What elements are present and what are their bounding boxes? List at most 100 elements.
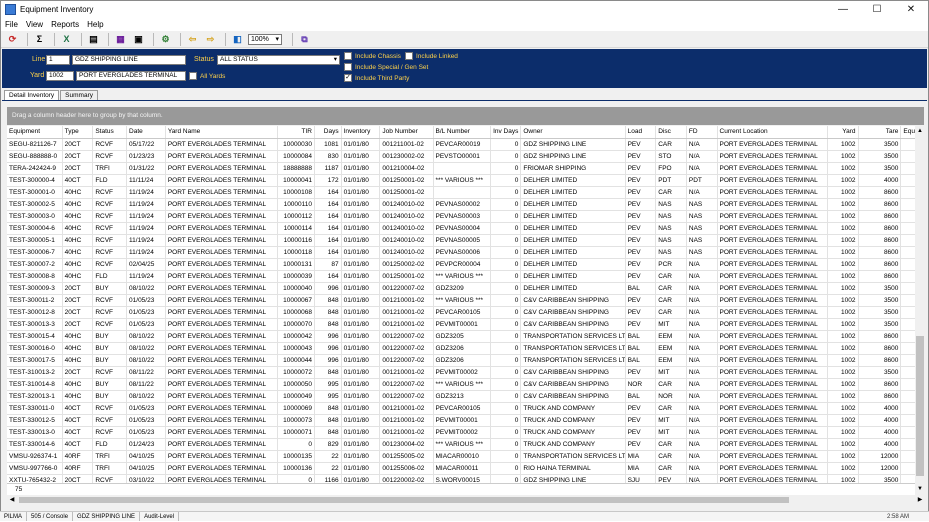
scroll-left-icon[interactable]: ◀ bbox=[7, 495, 17, 505]
table-row[interactable]: TEST-320013-1 40HC BUY 08/10/22 PORT EVERGLA… bbox=[7, 390, 915, 403]
menu-reports[interactable]: Reports bbox=[51, 20, 79, 29]
close-button[interactable]: ✕ bbox=[894, 1, 928, 18]
column-header[interactable]: Days bbox=[314, 126, 342, 139]
table-row[interactable]: TEST-300006-7 40HC RCVF 11/19/24 PORT EVERGL… bbox=[7, 246, 915, 259]
column-header[interactable]: Inventory bbox=[341, 126, 381, 139]
line-code-input[interactable]: 1 bbox=[46, 55, 70, 65]
include-chassis-checkbox[interactable]: Include Chassis bbox=[344, 52, 401, 60]
table-row[interactable]: TEST-300007-2 40HC RCVF 02/04/25 PORT EVERGL… bbox=[7, 258, 915, 271]
table-row[interactable]: TEST-300012-8 20CT RCVF 01/05/23 PORT EVERGL… bbox=[7, 306, 915, 319]
horizontal-scrollbar[interactable]: ◀ ▶ bbox=[7, 495, 925, 505]
column-header[interactable]: B/L Number bbox=[433, 126, 491, 139]
table-row[interactable]: TEST-300002-5 40HC RCVF 11/19/24 PORT EVERGL… bbox=[7, 198, 915, 211]
table-row[interactable]: VMSU-926374-1 40RF TRFI 04/10/25 PORT EVERGL… bbox=[7, 450, 915, 463]
column-header[interactable]: Owner bbox=[520, 126, 626, 139]
table-cell: 001210001-02 bbox=[379, 426, 434, 439]
binoculars-icon[interactable]: ⧉ bbox=[297, 32, 312, 46]
table-row[interactable]: TEST-300015-4 40HC BUY 08/10/22 PORT EVERGLA… bbox=[7, 330, 915, 343]
column-header[interactable]: Current Location bbox=[717, 126, 828, 139]
include-special-checkbox[interactable]: Include Special / Gen Set bbox=[344, 63, 428, 71]
columns-icon[interactable]: ▦ bbox=[113, 32, 128, 46]
table-cell: 0 bbox=[490, 294, 522, 307]
column-header[interactable]: Equipm bbox=[900, 126, 915, 139]
table-row[interactable]: TEST-300013-3 20CT RCVF 01/05/23 PORT EVERGL… bbox=[7, 318, 915, 331]
table-row[interactable]: TEST-300005-1 40HC RCVF 11/19/24 PORT EVERGL… bbox=[7, 234, 915, 247]
table-row[interactable]: TERA-242424-9 20CT TRFI 01/31/22 PORT EVERGL… bbox=[7, 162, 915, 175]
sum-icon[interactable]: Σ bbox=[32, 32, 47, 46]
yard-name-input[interactable]: PORT EVERGLADES TERMINAL bbox=[76, 71, 186, 81]
table-row[interactable]: SEGU-888888-0 20CT RCVF 01/23/23 PORT EVERGL… bbox=[7, 150, 915, 163]
truck-right-icon[interactable]: ⇨ bbox=[203, 32, 218, 46]
column-header[interactable]: Status bbox=[92, 126, 128, 139]
table-cell: *** VARIOUS *** bbox=[433, 270, 491, 283]
column-header[interactable]: Load bbox=[625, 126, 657, 139]
table-row[interactable]: TEST-300001-0 40HC RCVF 11/19/24 PORT EVERGL… bbox=[7, 186, 915, 199]
table-row[interactable]: TEST-330014-6 40CT FLD 01/24/23 PORT EVERGLA… bbox=[7, 438, 915, 451]
table-cell: 8600 bbox=[858, 258, 902, 271]
scroll-up-icon[interactable]: ▲ bbox=[915, 126, 925, 136]
zoom-icon[interactable]: ◧ bbox=[230, 32, 245, 46]
filter-icon[interactable]: ⚙ bbox=[158, 32, 173, 46]
table-row[interactable]: TEST-300004-6 40HC RCVF 11/19/24 PORT EVERGL… bbox=[7, 222, 915, 235]
include-linked-checkbox[interactable]: Include Linked bbox=[405, 52, 458, 60]
column-header[interactable]: Disc bbox=[655, 126, 687, 139]
scroll-right-icon[interactable]: ▶ bbox=[915, 495, 925, 505]
table-row[interactable]: TEST-300003-0 40HC RCVF 11/19/24 PORT EVERGL… bbox=[7, 210, 915, 223]
include-third-party-checkbox[interactable]: ✓ Include Third Party bbox=[344, 74, 409, 82]
column-header[interactable]: Tare bbox=[858, 126, 902, 139]
table-row[interactable]: TEST-300009-3 20CT BUY 08/10/22 PORT EVERGLA… bbox=[7, 282, 915, 295]
maximize-button[interactable]: ☐ bbox=[860, 1, 894, 18]
table-cell: 164 bbox=[314, 270, 342, 283]
group-by-panel[interactable]: Drag a column header here to group by th… bbox=[7, 107, 924, 125]
column-header[interactable]: Yard Name bbox=[165, 126, 279, 139]
table-row[interactable]: VMSU-997766-0 40RF TRFI 04/10/25 PORT EVERGL… bbox=[7, 462, 915, 475]
table-cell: MIA bbox=[625, 462, 657, 475]
table-cell: PORT EVERGLADES TERMINAL bbox=[717, 222, 828, 235]
table-row[interactable]: TEST-330013-0 40CT RCVF 01/05/23 PORT EVERGL… bbox=[7, 426, 915, 439]
table-row[interactable]: TEST-330011-0 40CT RCVF 01/05/23 PORT EVERGL… bbox=[7, 402, 915, 415]
refresh-icon[interactable]: ⟳ bbox=[5, 32, 20, 46]
table-row[interactable]: TEST-300016-0 40HC BUY 08/10/22 PORT EVERGLA… bbox=[7, 342, 915, 355]
column-header[interactable]: TIR bbox=[277, 126, 316, 139]
table-row[interactable]: SEGU-821126-7 20CT RCVF 05/17/22 PORT EVERGL… bbox=[7, 138, 915, 151]
status-select[interactable]: ALL STATUS ▾ bbox=[217, 55, 340, 65]
table-cell: DELHER LIMITED bbox=[520, 270, 626, 283]
scroll-thumb[interactable] bbox=[916, 336, 924, 476]
table-cell: 20CT bbox=[62, 150, 94, 163]
horizontal-scroll-thumb[interactable] bbox=[19, 497, 789, 503]
table-cell: 4000 bbox=[858, 174, 902, 187]
scroll-down-icon[interactable]: ▼ bbox=[915, 484, 925, 494]
menu-file[interactable]: File bbox=[5, 20, 18, 29]
table-row[interactable]: TEST-300000-4 40CT FLD 11/11/24 PORT EVERGLA… bbox=[7, 174, 915, 187]
table-cell: 001240010-02 bbox=[379, 222, 434, 235]
column-header[interactable]: Equipment bbox=[7, 126, 63, 139]
export-icon[interactable]: ▣ bbox=[131, 32, 146, 46]
zoom-select[interactable]: 100% ▾ bbox=[248, 33, 282, 45]
table-cell: PEV bbox=[625, 318, 657, 331]
table-row[interactable]: TEST-300011-2 20CT RCVF 01/05/23 PORT EVERGL… bbox=[7, 294, 915, 307]
column-header[interactable]: Job Number bbox=[379, 126, 434, 139]
column-header[interactable]: Date bbox=[126, 126, 166, 139]
all-yards-checkbox[interactable]: All Yards bbox=[189, 72, 225, 80]
minimize-button[interactable]: — bbox=[826, 1, 860, 18]
column-header[interactable]: Yard bbox=[827, 126, 859, 139]
table-cell: PORT EVERGLADES TERMINAL bbox=[165, 150, 279, 163]
vertical-scrollbar[interactable]: ▲ ▼ bbox=[915, 126, 925, 494]
yard-code-input[interactable]: 1002 bbox=[46, 71, 74, 81]
table-row[interactable]: TEST-330012-5 40CT RCVF 01/05/23 PORT EVERGL… bbox=[7, 414, 915, 427]
table-cell: 01/01/80 bbox=[341, 198, 381, 211]
menu-help[interactable]: Help bbox=[87, 20, 103, 29]
table-row[interactable]: TEST-310014-8 40HC BUY 08/11/22 PORT EVERGLA… bbox=[7, 378, 915, 391]
menu-view[interactable]: View bbox=[26, 20, 43, 29]
table-row[interactable]: TEST-300008-8 40HC FLD 11/19/24 PORT EVERGLA… bbox=[7, 270, 915, 283]
column-header[interactable]: Inv Days bbox=[490, 126, 522, 139]
truck-left-icon[interactable]: ⇦ bbox=[185, 32, 200, 46]
table-cell: 40CT bbox=[62, 414, 94, 427]
table-row[interactable]: TEST-310013-2 20CT RCVF 08/11/22 PORT EVERGL… bbox=[7, 366, 915, 379]
column-header[interactable]: FD bbox=[686, 126, 718, 139]
table-row[interactable]: TEST-300017-5 40HC BUY 08/10/22 PORT EVERGLA… bbox=[7, 354, 915, 367]
print-icon[interactable]: ▤ bbox=[86, 32, 101, 46]
line-name-input[interactable]: GDZ SHIPPING LINE bbox=[72, 55, 186, 65]
excel-icon[interactable]: X bbox=[59, 32, 74, 46]
column-header[interactable]: Type bbox=[62, 126, 94, 139]
